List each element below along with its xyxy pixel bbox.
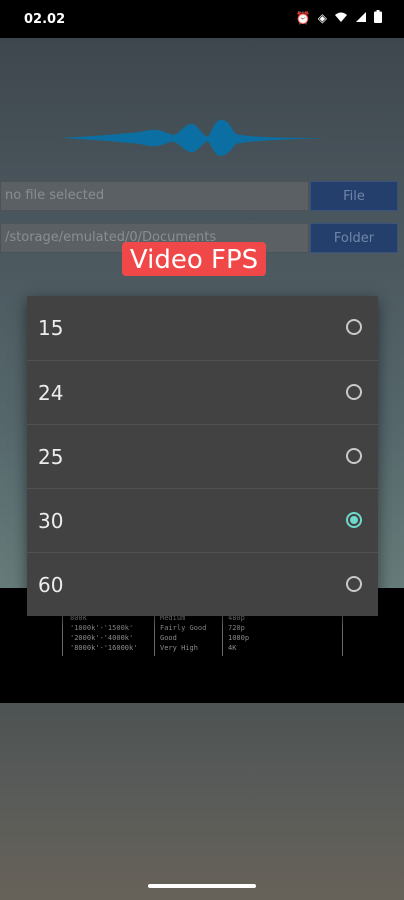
radio-button[interactable] — [346, 319, 362, 335]
signal-icon — [355, 11, 367, 26]
fps-option-60[interactable]: 60 — [27, 552, 378, 616]
fps-option-30[interactable]: 30 — [27, 488, 378, 552]
table-row: '1000k'-'1500k' Fairly Good 720p — [70, 624, 245, 632]
table-row: '8000k'-'16000k' Very High 4K — [70, 644, 237, 652]
battery-icon — [374, 10, 382, 26]
fps-option-24[interactable]: 24 — [27, 360, 378, 424]
radio-button-selected[interactable] — [346, 512, 362, 528]
alarm-icon: ⏰ — [295, 11, 311, 25]
file-path-field[interactable]: no file selected — [0, 181, 309, 211]
home-indicator[interactable] — [148, 884, 256, 888]
option-label: 60 — [38, 573, 64, 597]
status-time: 02.02 — [24, 12, 66, 27]
folder-button[interactable]: Folder — [310, 223, 398, 253]
radio-button[interactable] — [346, 384, 362, 400]
waveform-logo-icon — [60, 119, 328, 156]
wifi-icon — [334, 11, 348, 26]
app-footer-area — [0, 703, 404, 900]
fps-dialog: 15 24 25 30 60 — [27, 296, 378, 616]
file-button[interactable]: File — [310, 181, 398, 211]
fps-option-25[interactable]: 25 — [27, 424, 378, 488]
radio-button[interactable] — [346, 448, 362, 464]
option-label: 24 — [38, 381, 64, 405]
bitrate-table: 800k Medium 480p '1000k'-'1500k' Fairly … — [62, 612, 352, 656]
option-label: 30 — [38, 509, 64, 533]
option-label: 25 — [38, 445, 64, 469]
radio-button[interactable] — [346, 576, 362, 592]
table-row: '2000k'-'4000k' Good 1080p — [70, 634, 250, 642]
dialog-title: Video FPS — [122, 242, 266, 276]
status-bar: 02.02 ⏰ ◈ — [0, 0, 404, 38]
status-icons: ⏰ ◈ — [296, 10, 382, 26]
vibrate-icon: ◈ — [317, 11, 327, 25]
fps-option-15[interactable]: 15 — [27, 296, 378, 360]
option-label: 15 — [38, 316, 64, 340]
